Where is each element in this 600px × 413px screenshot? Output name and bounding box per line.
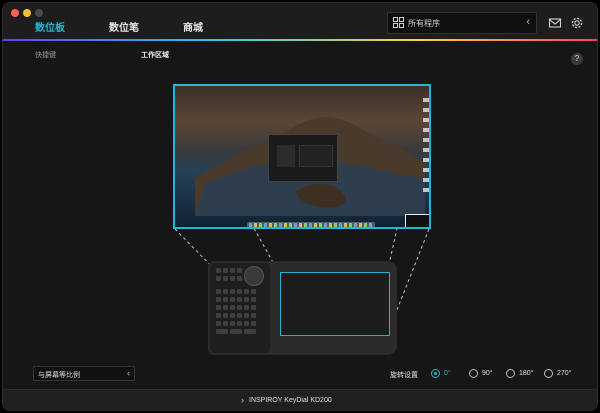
rotation-90-radio[interactable] — [469, 369, 478, 378]
ratio-select-value: 与屏幕等比例 — [38, 372, 80, 379]
device-footer[interactable]: › INSPIROY KeyDial KD200 — [3, 389, 597, 410]
ratio-select[interactable]: 与屏幕等比例 ‹ — [33, 366, 135, 381]
app-window: 数位板 数位笔 商城 所有程序 ‹ 快捷键 工作区域 ? 与屏幕等比例 ‹ 旋转… — [2, 2, 598, 411]
tablet-active-area[interactable] — [280, 272, 390, 336]
keypad — [210, 263, 270, 353]
dial-icon — [244, 266, 264, 286]
chevron-right-icon: › — [241, 395, 244, 405]
dock-icons — [249, 223, 373, 227]
rotation-0-label[interactable]: 0° — [444, 370, 451, 377]
rotation-270-label[interactable]: 270° — [557, 370, 571, 377]
rotation-180-label[interactable]: 180° — [519, 370, 533, 377]
device-name: INSPIROY KeyDial KD200 — [249, 397, 332, 404]
screen-preview — [173, 84, 431, 229]
tablet-preview — [208, 261, 397, 355]
rotation-180-radio[interactable] — [506, 369, 515, 378]
preview-app-window — [268, 134, 338, 182]
rotation-270-radio[interactable] — [544, 369, 553, 378]
chevron-left-icon: ‹ — [127, 368, 130, 378]
rotation-0-radio[interactable] — [431, 369, 440, 378]
secondary-display-thumbnail — [405, 214, 429, 227]
rotation-90-label[interactable]: 90° — [482, 370, 493, 377]
desktop-icons — [423, 98, 429, 198]
rotation-label: 旋转设置 — [390, 372, 418, 379]
